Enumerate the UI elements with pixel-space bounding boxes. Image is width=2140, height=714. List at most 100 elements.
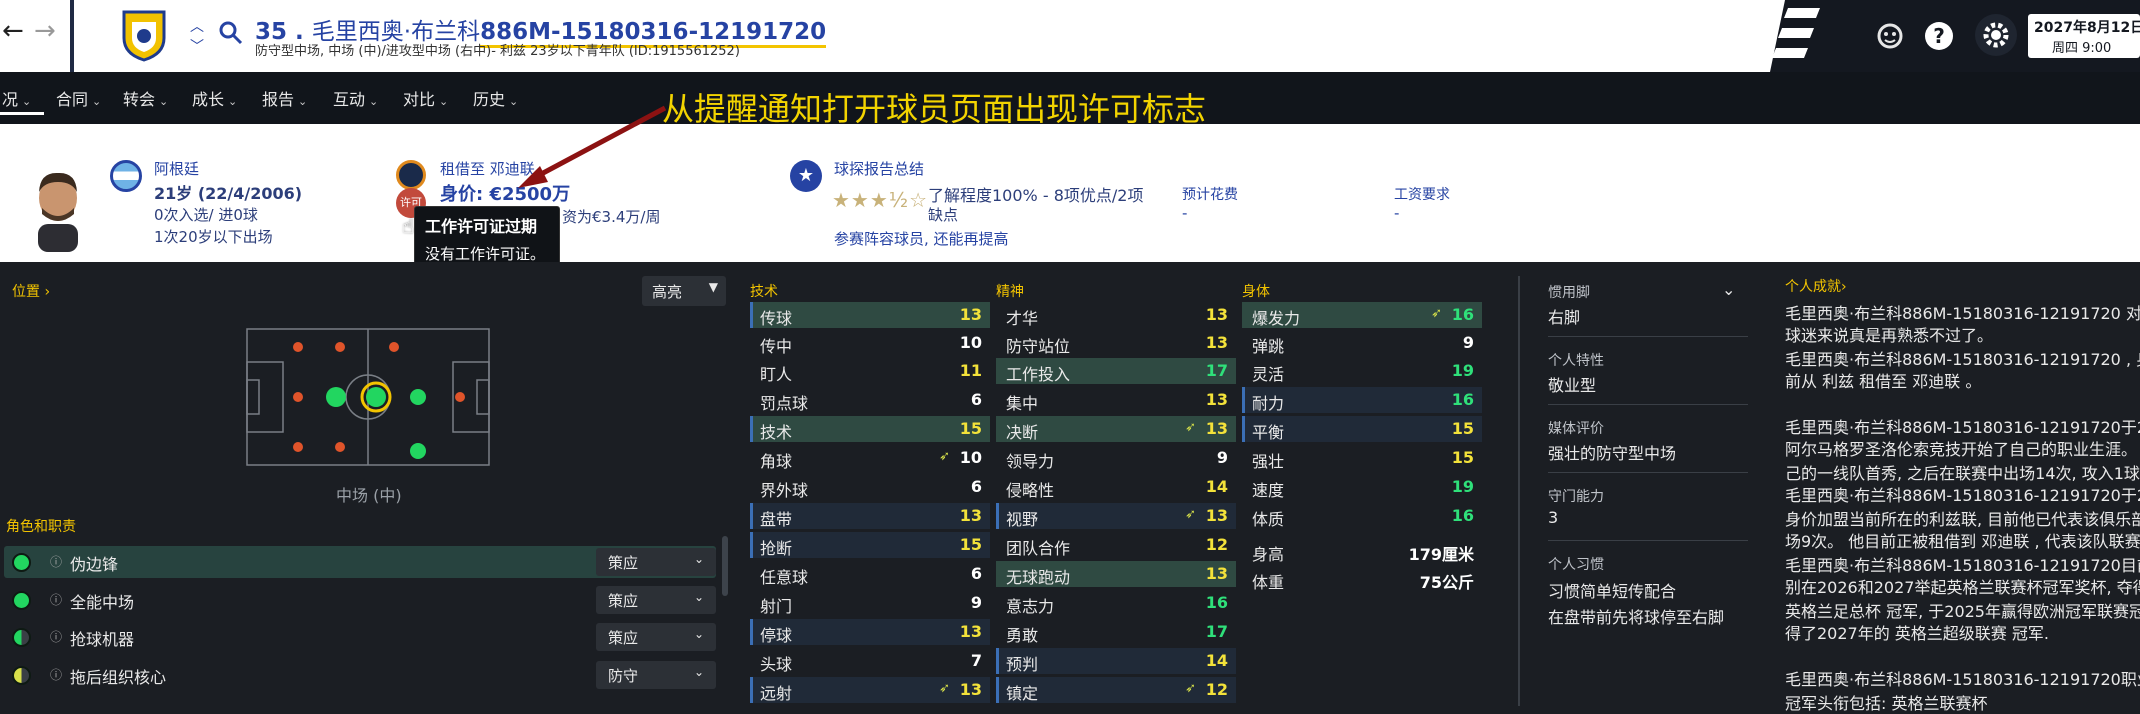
attribute-row[interactable]: 灵活 19 — [1242, 358, 1482, 384]
search-icon[interactable] — [218, 20, 244, 46]
pitch-diagram — [246, 328, 490, 466]
nationality[interactable]: 阿根廷 — [154, 158, 199, 179]
role-row[interactable]: ⓘ 全能中场 策应 ⌄ — [4, 584, 716, 616]
scrollbar[interactable] — [722, 536, 728, 596]
info-icon[interactable]: ⓘ — [50, 553, 62, 570]
club-crest-icon — [120, 8, 168, 62]
attribute-row[interactable]: 盯人 11 — [750, 358, 990, 384]
attribute-name: 预判 — [1006, 655, 1039, 674]
duty-value: 策应 — [608, 629, 639, 647]
tab-reports[interactable]: 报告 ⌄ — [262, 86, 307, 110]
date-box[interactable]: 2027年8月12日 周四 9:00 — [2028, 14, 2140, 58]
chevron-down-icon: ⌄ — [693, 627, 704, 641]
attribute-row[interactable]: 无球跑动 13 — [996, 561, 1236, 587]
highlight-bar — [1242, 387, 1245, 413]
attribute-row[interactable]: 耐力 16 — [1242, 387, 1482, 413]
help-icon[interactable]: ? — [1925, 22, 1953, 50]
attribute-value: 6 — [970, 477, 982, 496]
assistant-icon[interactable] — [1876, 22, 1904, 50]
role-row[interactable]: ⓘ 抢球机器 策应 ⌄ — [4, 621, 716, 653]
attribute-row[interactable]: 镇定 ➶ 12 — [996, 677, 1236, 703]
chevron-up-icon[interactable]: ︿ — [190, 16, 204, 36]
tab-label: 转会 — [123, 90, 156, 109]
scout-line-1: 了解程度100% - 8项优点/2项 — [928, 186, 1144, 205]
attribute-row[interactable]: 技术 15 — [750, 416, 990, 442]
position-label[interactable]: 位置 › — [12, 281, 50, 301]
attribute-name: 罚点球 — [760, 394, 809, 413]
chevron-down-icon[interactable]: ⌄ — [1722, 280, 1735, 299]
tab-transfer[interactable]: 转会 ⌄ — [123, 86, 168, 110]
info-icon[interactable]: ⓘ — [50, 666, 62, 683]
attribute-row[interactable]: 爆发力 ➶ 16 — [1242, 302, 1482, 328]
tab-interaction[interactable]: 互动 ⌄ — [333, 86, 378, 110]
attribute-name: 盘带 — [760, 510, 793, 529]
highlight-select[interactable]: 高亮 ▼ — [642, 276, 726, 306]
active-tab-underline — [0, 112, 44, 115]
attribute-value: 13 — [959, 305, 982, 324]
attribute-row[interactable]: 决断 ➶ 13 — [996, 416, 1236, 442]
role-row[interactable]: ⓘ 拖后组织核心 防守 ⌄ — [4, 659, 716, 691]
role-name: 全能中场 — [70, 593, 135, 612]
attribute-row[interactable]: 勇敢 17 — [996, 619, 1236, 645]
tab-overview[interactable]: 况 ⌄ — [2, 86, 31, 110]
attribute-row[interactable]: 角球 ➶ 10 — [750, 445, 990, 471]
chevron-down-icon: ⌄ — [298, 95, 308, 108]
attribute-value: 17 — [1205, 361, 1228, 380]
attribute-row[interactable]: 罚点球 6 — [750, 387, 990, 413]
attribute-row[interactable]: 远射 ➶ 13 — [750, 677, 990, 703]
attribute-row[interactable]: 盘带 13 — [750, 503, 990, 529]
info-icon[interactable]: ⓘ — [50, 591, 62, 608]
role-row[interactable]: ⓘ 伪边锋 策应 ⌄ — [4, 546, 716, 578]
est-cost-value: - — [1182, 204, 1188, 222]
attribute-name: 侵略性 — [1006, 481, 1055, 500]
attribute-row[interactable]: 传球 13 — [750, 302, 990, 328]
attribute-row[interactable]: 速度 19 — [1242, 474, 1482, 500]
attribute-row[interactable]: 抢断 15 — [750, 532, 990, 558]
tab-contract[interactable]: 合同 ⌄ — [56, 86, 101, 110]
highlight-bar — [996, 677, 999, 703]
forward-arrow-icon[interactable]: → — [34, 16, 62, 52]
chevron-down-icon[interactable]: ﹀ — [190, 36, 204, 56]
tab-development[interactable]: 成长 ⌄ — [192, 86, 237, 110]
bio-title[interactable]: 个人成就› — [1785, 276, 1847, 296]
bio-line: 毛里西奥·布兰科886M-15180316-12191720职业生 — [1785, 670, 2140, 689]
duty-select[interactable]: 策应 ⌄ — [596, 623, 716, 651]
bio-line: 得了2027年的 英格兰超级联赛 冠军. — [1785, 624, 2049, 643]
attribute-row[interactable]: 领导力 9 — [996, 445, 1236, 471]
attribute-row[interactable]: 预判 14 — [996, 648, 1236, 674]
attribute-value: 7 — [970, 651, 982, 670]
header-divider — [70, 0, 74, 72]
attribute-row[interactable]: 传中 10 — [750, 330, 990, 356]
attribute-row[interactable]: 停球 13 — [750, 619, 990, 645]
attribute-row[interactable]: 体质 16 — [1242, 503, 1482, 529]
attribute-row[interactable]: 强壮 15 — [1242, 445, 1482, 471]
chevron-down-icon: ▼ — [708, 280, 718, 294]
info-icon[interactable]: ⓘ — [50, 628, 62, 645]
scout-report-title[interactable]: 球探报告总结 — [834, 158, 924, 179]
settings-gear-icon[interactable] — [1975, 14, 2017, 56]
attribute-row[interactable]: 射门 9 — [750, 590, 990, 616]
attribute-name: 盯人 — [760, 365, 793, 384]
duty-select[interactable]: 策应 ⌄ — [596, 586, 716, 614]
attribute-row[interactable]: 意志力 16 — [996, 590, 1236, 616]
header-bar: ← → ︿ ﹀ 35 . 毛里西奥·布兰科886M-15180316-12191… — [0, 0, 2140, 72]
attribute-row[interactable]: 界外球 6 — [750, 474, 990, 500]
attribute-row[interactable]: 任意球 6 — [750, 561, 990, 587]
attribute-row[interactable]: 侵略性 14 — [996, 474, 1236, 500]
attribute-name: 技术 — [760, 423, 793, 442]
attribute-row[interactable]: 头球 7 — [750, 648, 990, 674]
attribute-row[interactable]: 团队合作 12 — [996, 532, 1236, 558]
attribute-row[interactable]: 防守站位 13 — [996, 330, 1236, 356]
duty-select[interactable]: 策应 ⌄ — [596, 548, 716, 576]
attribute-row[interactable]: 工作投入 17 — [996, 358, 1236, 384]
attribute-name: 平衡 — [1252, 423, 1285, 442]
tab-compare[interactable]: 对比 ⌄ — [403, 86, 448, 110]
attribute-row[interactable]: 平衡 15 — [1242, 416, 1482, 442]
duty-select[interactable]: 防守 ⌄ — [596, 661, 716, 689]
back-arrow-icon[interactable]: ← — [2, 16, 30, 52]
position-name: 中场 (中) — [336, 486, 402, 505]
attribute-row[interactable]: 集中 13 — [996, 387, 1236, 413]
attribute-row[interactable]: 弹跳 9 — [1242, 330, 1482, 356]
attribute-row[interactable]: 视野 ➶ 13 — [996, 503, 1236, 529]
attribute-row[interactable]: 才华 13 — [996, 302, 1236, 328]
